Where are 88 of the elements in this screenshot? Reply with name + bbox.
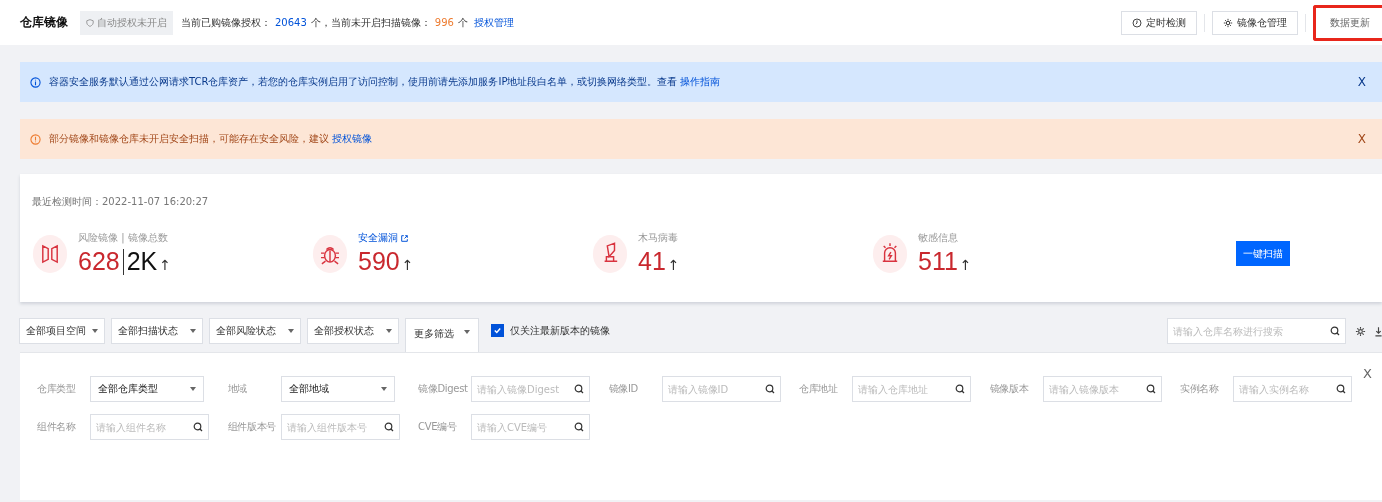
authorization-link[interactable]: 授权管理 <box>473 15 514 30</box>
filter-label: 镜像版本 <box>989 382 1030 396</box>
more-filters-tab[interactable]: 更多筛选 <box>405 318 479 352</box>
stat-value: 628 <box>78 247 120 276</box>
stat-link[interactable]: 安全漏洞 <box>358 231 414 245</box>
search-field[interactable]: 请输入镜像Digest <box>471 376 590 402</box>
checkbox[interactable] <box>491 324 504 337</box>
filter-label: 仓库类型 <box>37 382 77 396</box>
notice-text: 部分镜像和镜像仓库未开启安全扫描，可能存在安全风险，建议 <box>49 132 329 146</box>
badge-text: 自动授权未开启 <box>97 15 167 30</box>
summary-text: 996 <box>434 17 454 28</box>
search-icon <box>1330 326 1340 336</box>
stat-label: 木马病毒 <box>638 231 679 245</box>
search-icon <box>193 422 203 432</box>
external-link-icon <box>401 234 408 242</box>
warning-icon <box>30 133 41 145</box>
search-icon <box>1145 384 1156 394</box>
notice-text: 容器安全服务默认通过公网请求TCR仓库资产，若您的仓库实例启用了访问控制，使用前请先添加服务IP地址段白名单，或切换网络类型。查看 <box>49 75 678 89</box>
last-check-time: 最近检测时间：2022-11-07 16:20:27 <box>32 195 210 209</box>
header-button[interactable]: 数据更新 <box>1313 4 1382 41</box>
search-field[interactable]: 请输入镜像ID <box>661 376 781 402</box>
telescope-icon <box>592 233 628 274</box>
search-field[interactable]: 请输入CVE编号 <box>471 414 590 440</box>
search-icon <box>383 422 394 432</box>
search-field[interactable]: 请输入镜像版本 <box>1042 376 1162 402</box>
filter-label: 实例名称 <box>1180 382 1220 396</box>
info-icon <box>30 76 41 88</box>
caret-icon <box>380 387 387 391</box>
header-button[interactable]: 定时检测 <box>1121 10 1197 35</box>
caret-icon <box>386 329 392 333</box>
stat-value: 511 <box>918 247 958 276</box>
caret-icon <box>464 330 470 334</box>
caret-icon <box>190 329 196 333</box>
summary-text: 个，当前未开启扫描镜像： <box>310 15 431 30</box>
settings-icon[interactable] <box>1355 325 1366 337</box>
notice-link[interactable]: 操作指南 <box>680 75 721 89</box>
filter-label: 镜像Digest <box>418 382 469 396</box>
filter-select[interactable]: 全部扫描状态 <box>111 318 203 344</box>
stat-value: 590 <box>358 247 400 276</box>
settings-icon <box>1223 17 1233 28</box>
download-icon[interactable] <box>1375 325 1382 337</box>
filter-select[interactable]: 全部风险状态 <box>209 318 301 344</box>
search-icon <box>574 384 584 394</box>
close-button[interactable]: X <box>1351 74 1372 90</box>
stat-label: 风险镜像 | 镜像总数 <box>78 231 169 245</box>
caret-icon <box>92 329 98 333</box>
filter-select[interactable]: 全部地域 <box>280 376 395 402</box>
stat-label: 敏感信息 <box>918 231 959 245</box>
close-button[interactable]: X <box>1351 131 1372 147</box>
summary-text: 20643 <box>275 17 307 28</box>
filter-label: 组件版本号 <box>227 420 277 434</box>
filter-label: 地域 <box>227 382 248 396</box>
gate-icon <box>32 233 68 274</box>
summary-text: 当前已购镜像授权： <box>181 15 271 30</box>
stat-total: 2K <box>126 247 158 276</box>
clock-icon <box>1132 17 1142 28</box>
scan-button[interactable]: 一键扫描 <box>1236 241 1290 266</box>
search-field[interactable]: 请输入实例名称 <box>1233 376 1352 402</box>
filter-select[interactable]: 全部授权状态 <box>307 318 399 344</box>
shield-icon <box>86 18 94 27</box>
filter-label: 镜像ID <box>608 382 639 396</box>
search-icon <box>764 384 775 394</box>
close-button[interactable]: X <box>1357 365 1378 382</box>
filter-label: 组件名称 <box>37 420 77 434</box>
alarm-light-icon <box>872 233 908 274</box>
filter-select[interactable]: 全部项目空间 <box>19 318 105 344</box>
search-field[interactable]: 请输入组件名称 <box>90 414 209 440</box>
bug-icon <box>312 233 348 274</box>
search-icon <box>574 422 584 432</box>
filter-label: CVE编号 <box>418 420 458 434</box>
sort-arrow: ↑ <box>159 256 172 273</box>
search-icon <box>955 384 965 394</box>
checkmark-icon <box>493 326 502 335</box>
checkbox-label: 仅关注最新版本的镜像 <box>510 324 610 338</box>
notice-link[interactable]: 授权镜像 <box>332 132 372 146</box>
sort-arrow: ↑ <box>959 256 972 273</box>
summary-text: 个 <box>457 15 468 30</box>
caret-icon <box>288 329 294 333</box>
filter-label: 仓库地址 <box>799 382 839 396</box>
page-title: 仓库镜像 <box>20 14 68 31</box>
filter-select[interactable]: 全部仓库类型 <box>90 376 204 402</box>
search-field[interactable]: 请输入组件版本号 <box>280 414 400 440</box>
search-icon <box>1336 384 1346 394</box>
sort-arrow: ↑ <box>401 256 414 273</box>
stat-value: 41 <box>638 247 666 276</box>
header-button[interactable]: 镜像仓管理 <box>1212 10 1298 35</box>
caret-icon <box>190 387 196 391</box>
sort-arrow: ↑ <box>667 256 680 273</box>
